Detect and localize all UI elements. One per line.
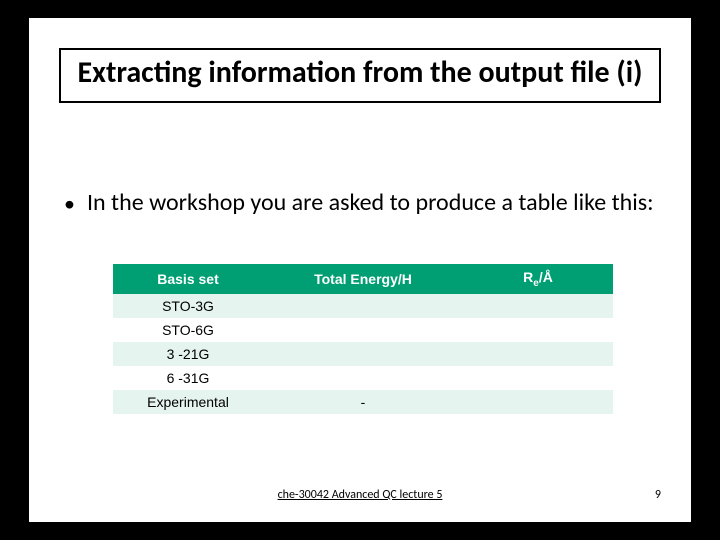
page-number: 9 xyxy=(655,488,661,502)
cell-basis: STO-6G xyxy=(113,318,263,342)
cell-re xyxy=(463,390,613,414)
table-row: 6 -31G xyxy=(113,366,613,390)
cell-re xyxy=(463,342,613,366)
cell-basis: Experimental xyxy=(113,390,263,414)
header-re-prefix: R xyxy=(523,269,533,285)
cell-energy xyxy=(263,342,463,366)
header-total-energy: Total Energy/H xyxy=(263,264,463,294)
bullet-text: In the workshop you are asked to produce… xyxy=(87,188,654,218)
table-row: Experimental - xyxy=(113,390,613,414)
table-row: STO-6G xyxy=(113,318,613,342)
table-row: 3 -21G xyxy=(113,342,613,366)
title-box: Extracting information from the output f… xyxy=(59,48,661,103)
cell-energy: - xyxy=(263,390,463,414)
cell-re xyxy=(463,366,613,390)
cell-energy xyxy=(263,294,463,318)
cell-basis: 6 -31G xyxy=(113,366,263,390)
bullet-item: • In the workshop you are asked to produ… xyxy=(64,188,664,218)
table-row: STO-3G xyxy=(113,294,613,318)
cell-basis: 3 -21G xyxy=(113,342,263,366)
slide: Extracting information from the output f… xyxy=(29,18,691,522)
slide-title: Extracting information from the output f… xyxy=(71,56,649,91)
cell-re xyxy=(463,318,613,342)
header-basis-set: Basis set xyxy=(113,264,263,294)
cell-energy xyxy=(263,366,463,390)
cell-basis: STO-3G xyxy=(113,294,263,318)
footer-course: che-30042 Advanced QC lecture 5 xyxy=(29,488,691,502)
cell-energy xyxy=(263,318,463,342)
basis-set-table: Basis set Total Energy/H Re/Å STO-3G STO… xyxy=(113,264,613,414)
header-re-suffix: /Å xyxy=(539,269,553,285)
cell-re xyxy=(463,294,613,318)
header-re: Re/Å xyxy=(463,264,613,294)
bullet-marker: • xyxy=(64,190,75,218)
table-header-row: Basis set Total Energy/H Re/Å xyxy=(113,264,613,294)
